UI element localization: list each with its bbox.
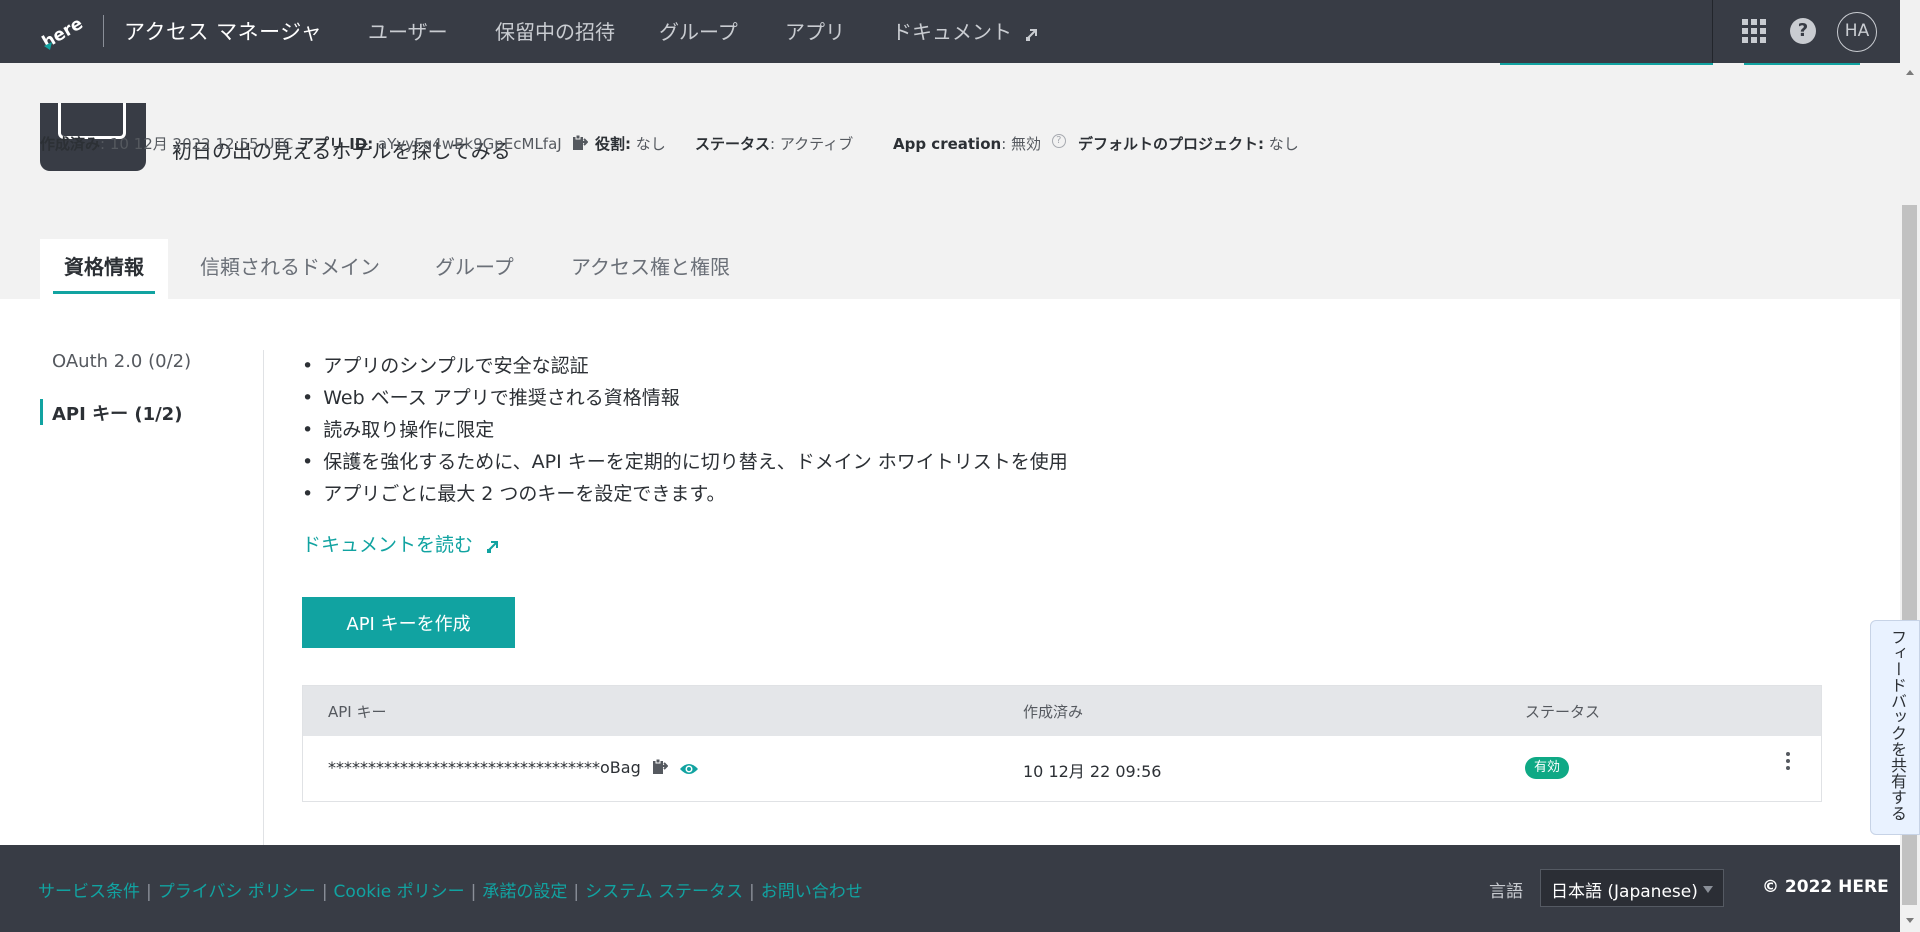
app-brand-title[interactable]: アクセス マネージャ <box>124 16 322 46</box>
footer-link-contact[interactable]: お問い合わせ <box>761 882 863 902</box>
api-key-masked-value: **********************************oBag <box>328 758 641 777</box>
meta-status-value: : アクティブ <box>770 135 854 153</box>
meta-status: ステータス: アクティブ <box>695 133 853 154</box>
copyright-text: © 2022 HERE <box>1762 877 1889 897</box>
meta-default-project-label: デフォルトのプロジェクト: <box>1078 135 1264 153</box>
page-footer: サービス条件 | プライバシ ポリシー | Cookie ポリシー | 承諾の設定 | システム… <box>0 845 1900 932</box>
meta-created: 作成済み: 10 12月 2022 12:55 UTC <box>40 133 293 154</box>
meta-default-project-value: なし <box>1268 135 1299 153</box>
brand-divider <box>103 15 104 47</box>
subnav-oauth[interactable]: OAuth 2.0 (0/2) <box>52 351 191 372</box>
read-docs-link[interactable]: ドキュメントを読む <box>302 530 501 557</box>
table-header: API キー 作成済み ステータス <box>303 686 1821 736</box>
scroll-down-arrow-icon[interactable] <box>1906 918 1914 923</box>
language-select-value: 日本語 (Japanese) <box>1551 882 1698 902</box>
tab-access-permissions[interactable]: アクセス権と権限 <box>547 239 754 299</box>
meta-app-id-value: aYvyFq4wBk9GpEcMLfaJ <box>378 135 562 153</box>
column-header-api-key[interactable]: API キー <box>328 701 387 722</box>
column-header-created[interactable]: 作成済み <box>1023 701 1083 722</box>
nav-item-apps[interactable]: アプリ <box>785 16 845 45</box>
meta-app-creation: App creation: 無効 ? <box>893 133 1066 154</box>
copy-api-key-icon[interactable] <box>652 758 668 775</box>
list-item: アプリのシンプルで安全な認証 <box>302 350 1068 382</box>
meta-role: 役割: なし <box>595 133 666 154</box>
chevron-down-icon <box>1703 886 1713 893</box>
feedback-label: フィードバックを共有する <box>1888 629 1907 821</box>
meta-role-label: 役割: <box>595 135 631 153</box>
subnav-divider <box>263 350 264 845</box>
header-action-button-edge[interactable] <box>1500 63 1713 65</box>
external-link-icon <box>487 540 499 553</box>
tab-credentials[interactable]: 資格情報 <box>40 239 168 299</box>
meta-created-label: 作成済み <box>40 135 101 153</box>
subnav-api-keys[interactable]: API キー (1/2) <box>52 400 182 426</box>
list-item: Web ベース アプリで推奨される資格情報 <box>302 382 1068 414</box>
footer-links: サービス条件 | プライバシ ポリシー | Cookie ポリシー | 承諾の設定 | システム… <box>38 882 863 902</box>
meta-app-id-label: アプリ ID: <box>299 135 374 153</box>
language-label: 言語 <box>1489 882 1523 902</box>
list-item: 読み取り操作に限定 <box>302 414 1068 446</box>
user-avatar[interactable]: HA <box>1837 12 1877 52</box>
meta-app-id: アプリ ID: aYvyFq4wBk9GpEcMLfaJ <box>299 133 589 154</box>
here-logo[interactable]: here <box>38 12 84 52</box>
nav-item-documents[interactable]: ドキュメント <box>892 16 1040 45</box>
tab-trusted-domains[interactable]: 信頼されるドメイン <box>176 239 404 299</box>
app-grid-icon[interactable] <box>1742 19 1766 43</box>
topbar-separator <box>1712 0 1713 63</box>
footer-link-privacy[interactable]: プライバシ ポリシー <box>158 882 316 902</box>
feedback-tab[interactable]: フィードバックを共有する <box>1870 620 1920 835</box>
top-navigation-bar: here アクセス マネージャ ユーザー 保留中の招待 グループ アプリ ドキュ… <box>0 0 1900 63</box>
create-api-key-button[interactable]: API キーを作成 <box>302 597 515 648</box>
language-select[interactable]: 日本語 (Japanese) <box>1540 869 1724 907</box>
info-question-icon[interactable]: ? <box>1051 134 1066 148</box>
column-header-status[interactable]: ステータス <box>1525 701 1600 722</box>
help-icon[interactable]: ? <box>1790 18 1816 44</box>
nav-item-users[interactable]: ユーザー <box>368 16 448 45</box>
meta-app-creation-label: App creation <box>893 135 1002 153</box>
api-key-table: API キー 作成済み ステータス **********************… <box>302 685 1822 802</box>
nav-item-groups[interactable]: グループ <box>659 16 738 45</box>
list-item: アプリごとに最大 2 つのキーを設定できます。 <box>302 478 1068 510</box>
row-actions-kebab-icon[interactable] <box>1781 749 1795 779</box>
copy-app-id-icon[interactable] <box>572 134 589 151</box>
list-item: 保護を強化するために、API キーを定期的に切り替え、ドメイン ホワイトリストを… <box>302 446 1068 478</box>
meta-created-value: : 10 12月 2022 12:55 UTC <box>100 135 294 153</box>
scroll-up-arrow-icon[interactable] <box>1906 70 1914 75</box>
footer-link-cookie[interactable]: Cookie ポリシー <box>334 882 465 902</box>
nav-item-pending-invites[interactable]: 保留中の招待 <box>495 16 615 45</box>
read-docs-link-label: ドキュメントを読む <box>302 534 474 556</box>
header-action-button-edge-2[interactable] <box>1744 63 1860 65</box>
footer-link-system-status[interactable]: システム ステータス <box>585 882 743 902</box>
meta-role-value: なし <box>635 135 666 153</box>
tab-groups[interactable]: グループ <box>411 239 538 299</box>
status-badge: 有効 <box>1525 757 1570 779</box>
reveal-key-eye-icon[interactable] <box>679 762 699 776</box>
external-link-icon <box>1026 28 1038 41</box>
api-key-benefits-list: アプリのシンプルで安全な認証 Web ベース アプリで推奨される資格情報 読み取… <box>302 350 1068 510</box>
meta-app-creation-value: : 無効 <box>1001 135 1042 153</box>
subnav-active-indicator <box>40 399 43 425</box>
created-date-cell: 10 12月 22 09:56 <box>1023 762 1162 781</box>
meta-status-label: ステータス <box>695 135 771 153</box>
meta-default-project: デフォルトのプロジェクト: なし <box>1078 133 1299 154</box>
nav-item-documents-label: ドキュメント <box>892 20 1012 44</box>
footer-link-consent[interactable]: 承諾の設定 <box>482 882 567 902</box>
footer-link-terms[interactable]: サービス条件 <box>38 882 140 902</box>
api-key-cell: **********************************oBag <box>328 758 699 777</box>
